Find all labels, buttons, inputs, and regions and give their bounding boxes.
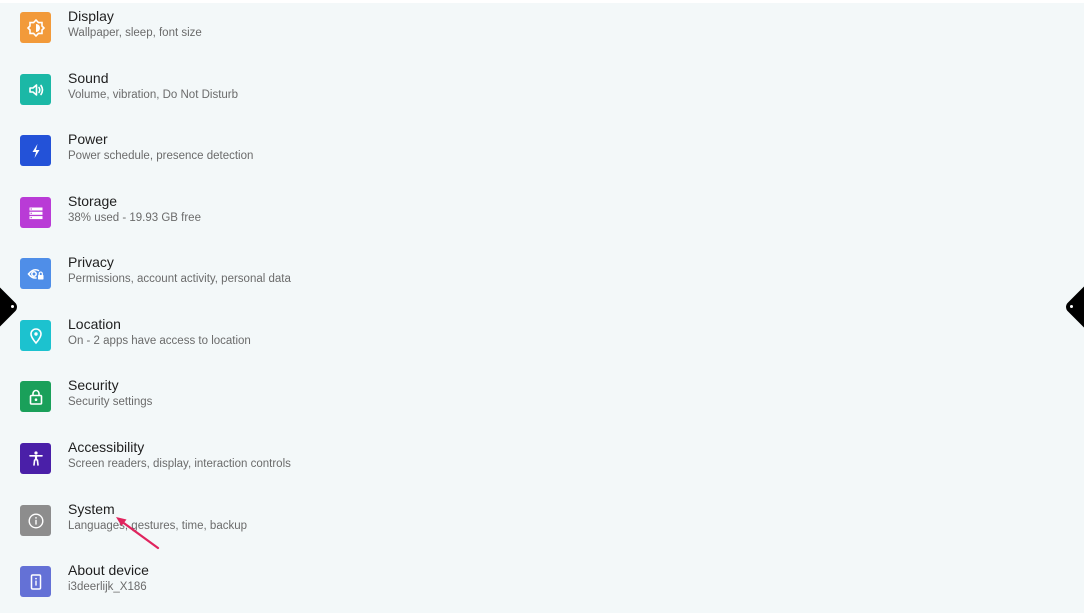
settings-item-title: Storage [68,193,118,209]
settings-item-title: Accessibility [68,439,145,455]
settings-item-system[interactable]: System Languages, gestures, time, backup [0,501,1084,566]
lightning-bolt-icon [20,135,51,166]
volume-icon [20,74,51,105]
settings-item-subtitle: Screen readers, display, interaction con… [68,458,291,470]
settings-item-power[interactable]: Power Power schedule, presence detection [0,131,1084,196]
settings-item-security[interactable]: Security Security settings [0,377,1084,442]
settings-item-subtitle: Languages, gestures, time, backup [68,520,248,532]
top-strip [0,0,1084,3]
settings-item-title: Sound [68,70,109,86]
accessibility-person-icon [20,443,51,474]
settings-item-subtitle: 38% used - 19.93 GB free [68,212,201,224]
settings-item-display[interactable]: Display Wallpaper, sleep, font size [0,8,1084,73]
settings-item-subtitle: Power schedule, presence detection [68,150,254,162]
settings-screen: Display Wallpaper, sleep, font size Soun… [0,0,1084,613]
settings-item-title: System [68,501,115,517]
settings-item-sound[interactable]: Sound Volume, vibration, Do Not Disturb [0,70,1084,135]
settings-item-storage[interactable]: Storage 38% used - 19.93 GB free [0,193,1084,258]
settings-item-title: Location [68,316,121,332]
lock-icon [20,381,51,412]
right-edge-handle-dot [1070,305,1073,308]
settings-item-title: About device [68,562,149,578]
settings-item-title: Security [68,377,119,393]
settings-item-title: Power [68,131,108,147]
info-icon [20,505,51,536]
privacy-eye-lock-icon [20,258,51,289]
storage-list-icon [20,197,51,228]
left-edge-handle-dot [11,305,14,308]
settings-item-about-device[interactable]: About device i3deerlijk_X186 [0,562,1084,613]
settings-item-accessibility[interactable]: Accessibility Screen readers, display, i… [0,439,1084,504]
settings-item-subtitle: Volume, vibration, Do Not Disturb [68,89,239,101]
settings-item-subtitle: Permissions, account activity, personal … [68,273,291,285]
settings-item-privacy[interactable]: Privacy Permissions, account activity, p… [0,254,1084,319]
settings-item-title: Display [68,8,114,24]
settings-item-title: Privacy [68,254,114,270]
settings-item-subtitle: i3deerlijk_X186 [68,581,147,593]
settings-item-location[interactable]: Location On - 2 apps have access to loca… [0,316,1084,381]
settings-item-subtitle: Security settings [68,396,153,408]
location-pin-icon [20,320,51,351]
display-brightness-icon [20,12,51,43]
device-icon [20,566,51,597]
settings-item-subtitle: Wallpaper, sleep, font size [68,27,202,39]
settings-item-subtitle: On - 2 apps have access to location [68,335,251,347]
